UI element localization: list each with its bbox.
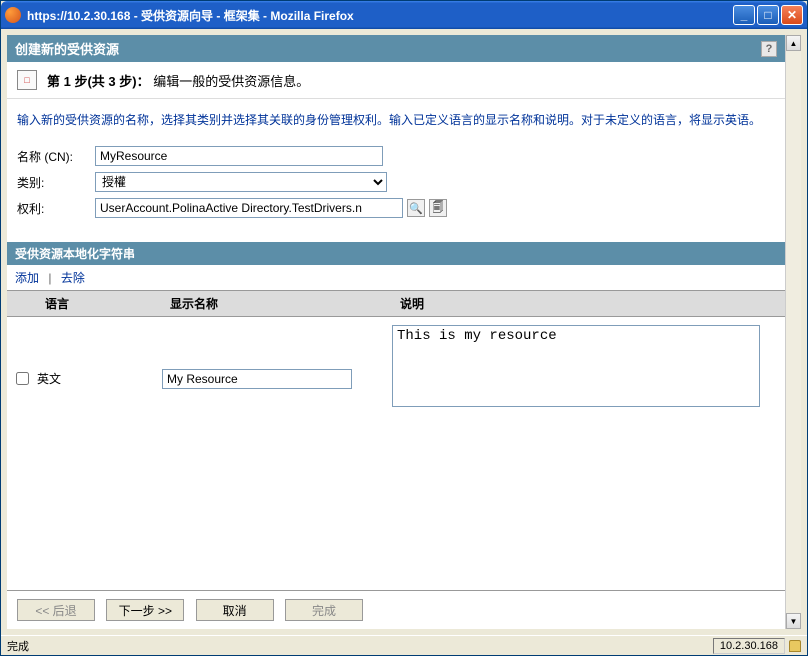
remove-link[interactable]: 去除: [61, 271, 85, 285]
scrollbar[interactable]: ▲ ▼: [785, 35, 801, 629]
row-checkbox[interactable]: [16, 372, 29, 385]
back-button: << 后退: [17, 599, 95, 621]
scroll-track[interactable]: [786, 51, 801, 613]
grid-header: 语言 显示名称 说明: [7, 290, 785, 317]
scroll-up-icon[interactable]: ▲: [786, 35, 801, 51]
panel-title: 创建新的受供资源: [15, 39, 119, 58]
col-disp-header: 显示名称: [162, 291, 392, 316]
next-button[interactable]: 下一步 >>: [106, 599, 184, 621]
step-text: 第 1 步(共 3 步)： 编辑一般的受供资源信息。: [47, 71, 309, 90]
step-row: □ 第 1 步(共 3 步)： 编辑一般的受供资源信息。: [7, 62, 785, 99]
entitlement-input[interactable]: [95, 198, 403, 218]
col-lang-header: 语言: [7, 291, 162, 316]
help-icon[interactable]: ?: [761, 41, 777, 57]
cancel-button[interactable]: 取消: [196, 599, 274, 621]
step-label-bold: 第 1 步(共 3 步)：: [47, 74, 150, 89]
finish-button: 完成: [285, 599, 363, 621]
grid-body: 英文 This is my resource: [7, 317, 785, 418]
row-lang: 英文: [37, 348, 162, 387]
step-label-rest: 编辑一般的受供资源信息。: [153, 74, 309, 89]
titlebar: https://10.2.30.168 - 受供资源向导 - 框架集 - Moz…: [1, 1, 807, 29]
close-button[interactable]: ✕: [781, 5, 803, 25]
entitlement-label: 权利:: [17, 200, 95, 217]
window-title: https://10.2.30.168 - 受供资源向导 - 框架集 - Moz…: [27, 7, 733, 24]
subpanel-toolbar: 添加 | 去除: [7, 265, 785, 290]
description-textarea[interactable]: This is my resource: [392, 325, 760, 407]
app-window: https://10.2.30.168 - 受供资源向导 - 框架集 - Moz…: [0, 0, 808, 656]
name-input[interactable]: [95, 146, 383, 166]
status-left: 完成: [7, 638, 713, 654]
window-controls: _ □ ✕: [733, 5, 803, 25]
scroll-down-icon[interactable]: ▼: [786, 613, 801, 629]
minimize-button[interactable]: _: [733, 5, 755, 25]
col-desc-header: 说明: [392, 291, 785, 316]
history-icon[interactable]: 🗐: [429, 199, 447, 217]
name-label: 名称 (CN):: [17, 148, 95, 165]
panel-header: 创建新的受供资源 ?: [7, 35, 785, 62]
display-name-input[interactable]: [162, 369, 352, 389]
category-label: 类别:: [17, 174, 95, 191]
toolbar-separator: |: [48, 271, 51, 285]
instructions: 输入新的受供资源的名称，选择其类别并选择其关联的身份管理权利。输入已定义语言的显…: [7, 99, 785, 142]
add-link[interactable]: 添加: [15, 271, 39, 285]
category-select[interactable]: 授權: [95, 172, 387, 192]
firefox-icon: [5, 7, 21, 23]
status-ip: 10.2.30.168: [713, 638, 785, 654]
step-icon: □: [17, 70, 37, 90]
form-area: 名称 (CN): 类别: 授權 权利: 🔍 🗐: [7, 142, 785, 228]
statusbar: 完成 10.2.30.168: [1, 635, 807, 655]
content-area: 创建新的受供资源 ? □ 第 1 步(共 3 步)： 编辑一般的受供资源信息。 …: [7, 35, 801, 629]
button-bar: << 后退 下一步 >> 取消 完成: [7, 590, 785, 629]
lock-icon: [789, 640, 801, 652]
maximize-button[interactable]: □: [757, 5, 779, 25]
subpanel-header: 受供资源本地化字符串: [7, 242, 785, 265]
search-icon[interactable]: 🔍: [407, 199, 425, 217]
table-row: 英文 This is my resource: [7, 321, 785, 414]
